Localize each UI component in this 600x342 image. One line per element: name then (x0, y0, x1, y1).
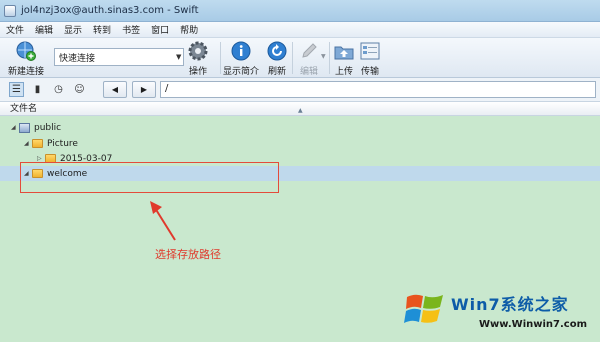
menu-bar: 文件 编辑 显示 转到 书签 窗口 帮助 (0, 22, 600, 38)
transfers-icon (360, 42, 380, 60)
menu-edit[interactable]: 编辑 (35, 23, 53, 36)
watermark-title: Win7系统之家 (451, 295, 569, 314)
bookmark-icon[interactable]: ▮ (30, 82, 45, 97)
toolbar-separator (329, 42, 330, 74)
app-icon (4, 4, 16, 17)
globe-icon (16, 41, 36, 61)
window-title: jol4nzj3ox@auth.sinas3.com - Swift (21, 5, 199, 16)
title-bar: jol4nzj3ox@auth.sinas3.com - Swift (0, 0, 600, 22)
new-connection-label: 新建连接 (8, 67, 45, 77)
menu-file[interactable]: 文件 (6, 23, 24, 36)
highlight-box (20, 162, 279, 193)
tree-label: public (34, 122, 62, 133)
refresh-icon (267, 41, 287, 61)
upload-label: 上传 (334, 67, 353, 77)
navigation-bar: ☰ ▮ ◷ ☺ ◀ ▶ / (0, 78, 600, 102)
gear-icon (188, 41, 208, 61)
server-icon (19, 122, 30, 133)
watermark-url: Www.Winwin7.com (479, 319, 588, 330)
refresh-button[interactable]: 刷新 (266, 40, 288, 77)
expander-icon[interactable]: ▷ (37, 155, 45, 162)
expander-icon[interactable]: ◢ (24, 140, 32, 147)
edit-label: 编辑 (299, 67, 318, 77)
annotation-text: 选择存放路径 (155, 248, 221, 261)
transfers-button[interactable]: 传输 (359, 40, 381, 77)
chevron-down-icon[interactable]: ▼ (176, 53, 181, 61)
toolbar: 新建连接 快速连接 ▼ 操作 显示简介 刷新 编辑 ▼ 上传 传输 (0, 38, 600, 78)
expander-icon[interactable]: ◢ (11, 124, 19, 131)
new-connection-button[interactable]: 新建连接 (8, 40, 44, 77)
column-header-filename[interactable]: 文件名 ▲ (0, 102, 600, 116)
show-info-button[interactable]: 显示简介 (223, 40, 259, 77)
transfers-label: 传输 (360, 67, 379, 77)
refresh-label: 刷新 (267, 67, 286, 77)
info-icon (231, 41, 251, 61)
bonjour-icon[interactable]: ☺ (72, 82, 87, 97)
toolbar-separator (292, 42, 293, 74)
folder-icon (32, 139, 43, 148)
menu-help[interactable]: 帮助 (180, 23, 198, 36)
outline-view-icon[interactable]: ☰ (9, 82, 24, 97)
action-button[interactable]: 操作 (187, 40, 209, 77)
pencil-icon (302, 43, 317, 58)
tree-row-picture[interactable]: ◢ Picture (0, 136, 600, 151)
edit-button[interactable]: 编辑 (298, 40, 320, 77)
history-icon[interactable]: ◷ (51, 82, 66, 97)
forward-button[interactable]: ▶ (132, 81, 156, 98)
tree-label: Picture (47, 138, 78, 149)
action-label: 操作 (188, 67, 207, 77)
tree-row-public[interactable]: ◢ public (0, 120, 600, 135)
quick-connect-select[interactable]: 快速连接 (54, 48, 184, 66)
menu-bookmarks[interactable]: 书签 (122, 23, 140, 36)
column-filename-label: 文件名 (10, 104, 38, 114)
watermark: Win7系统之家 Www.Winwin7.com (403, 283, 597, 339)
menu-view[interactable]: 显示 (64, 23, 82, 36)
show-info-label: 显示简介 (223, 67, 260, 77)
menu-window[interactable]: 窗口 (151, 23, 169, 36)
upload-icon (334, 46, 354, 60)
menu-go[interactable]: 转到 (93, 23, 111, 36)
back-button[interactable]: ◀ (103, 81, 127, 98)
toolbar-separator (220, 42, 221, 74)
windows-logo-icon (404, 294, 443, 323)
annotation-arrow-icon (150, 201, 176, 241)
path-field[interactable]: / (160, 81, 596, 98)
upload-button[interactable]: 上传 (333, 40, 355, 77)
chevron-down-icon[interactable]: ▼ (321, 53, 326, 60)
